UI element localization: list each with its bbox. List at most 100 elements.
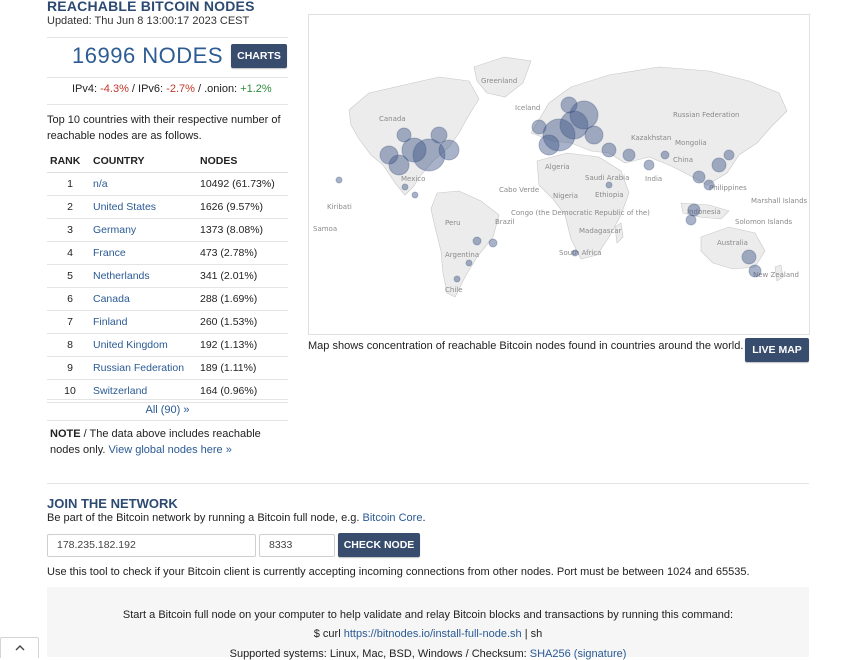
country-link[interactable]: n/a — [93, 178, 108, 190]
port-input[interactable]: 8333 — [259, 534, 335, 557]
map-label: Nigeria — [553, 192, 578, 200]
install-command-prefix: $ curl — [313, 628, 344, 640]
supported-systems: Supported systems: Linux, Mac, BSD, Wind… — [47, 648, 809, 660]
chevron-up-icon — [15, 645, 24, 651]
node-dot — [396, 127, 412, 143]
country-link[interactable]: Switzerland — [93, 385, 147, 397]
map-label: Saudi Arabia — [585, 174, 629, 182]
nodes-cell: 192 (1.13%) — [200, 333, 288, 357]
scroll-top-button[interactable] — [0, 637, 39, 658]
node-dot — [465, 259, 473, 267]
rank-cell: 1 — [47, 172, 93, 196]
country-link[interactable]: Russian Federation — [93, 362, 184, 374]
table-row: 6 Canada 288 (1.69%) — [47, 287, 288, 311]
ipv4-change: -4.3% — [100, 83, 129, 95]
node-dot — [335, 176, 343, 184]
table-row: 1 n/a 10492 (61.73%) — [47, 172, 288, 196]
map-label: Brazil — [495, 218, 515, 226]
node-dot — [723, 149, 735, 161]
node-dot — [605, 181, 613, 189]
divider — [47, 37, 288, 38]
node-dot — [538, 134, 560, 156]
node-dot — [741, 249, 757, 265]
divider — [47, 104, 288, 105]
node-dot — [703, 179, 715, 191]
checksum-link[interactable]: SHA256 (signature) — [530, 648, 627, 660]
table-row: 7 Finland 260 (1.53%) — [47, 310, 288, 334]
country-link[interactable]: Germany — [93, 224, 136, 236]
node-dot — [622, 148, 636, 162]
install-command: $ curl https://bitnodes.io/install-full-… — [47, 628, 809, 640]
country-link[interactable]: United Kingdom — [93, 339, 168, 351]
map-label: Congo (the Democratic Republic of the) — [511, 209, 650, 217]
map-label: Marshall Islands — [751, 197, 808, 205]
live-map-button[interactable]: LIVE MAP — [745, 338, 809, 362]
node-dot — [560, 96, 578, 114]
node-count: 16996 NODES — [72, 43, 224, 68]
country-link[interactable]: Canada — [93, 293, 130, 305]
map-caption: Map shows concentration of reachable Bit… — [308, 340, 744, 352]
column-header-country: COUNTRY — [93, 150, 200, 173]
world-map-canvas: Greenland Iceland Canada Russian Federation… — [313, 56, 808, 298]
global-nodes-link[interactable]: View global nodes here » — [109, 444, 232, 456]
column-header-nodes: NODES — [200, 150, 288, 173]
country-link[interactable]: Finland — [93, 316, 127, 328]
table-row: 9 Russian Federation 189 (1.11%) — [47, 356, 288, 380]
onion-label: / .onion: — [194, 83, 241, 95]
join-description: Be part of the Bitcoin network by runnin… — [47, 512, 363, 524]
rank-cell: 9 — [47, 356, 93, 380]
table-row: 5 Netherlands 341 (2.01%) — [47, 264, 288, 288]
column-header-rank: RANK — [47, 150, 93, 173]
rank-cell: 8 — [47, 333, 93, 357]
table-row: 8 United Kingdom 192 (1.13%) — [47, 333, 288, 357]
divider — [47, 483, 809, 484]
country-link[interactable]: United States — [93, 201, 156, 213]
updated-timestamp: Updated: Thu Jun 8 13:00:17 2023 CEST — [47, 15, 250, 27]
rank-cell: 3 — [47, 218, 93, 242]
node-dot — [401, 183, 409, 191]
bitcoin-core-link[interactable]: Bitcoin Core — [363, 512, 423, 524]
node-dot — [379, 145, 399, 165]
join-text: Be part of the Bitcoin network by runnin… — [47, 512, 426, 524]
divider — [47, 420, 288, 421]
ip-address-input[interactable]: 178.235.182.192 — [47, 534, 256, 557]
table-row: 2 United States 1626 (9.57%) — [47, 195, 288, 219]
all-countries-link[interactable]: All (90) » — [47, 404, 288, 416]
charts-button[interactable]: CHARTS — [231, 44, 287, 68]
rank-cell: 4 — [47, 241, 93, 265]
node-dot — [411, 191, 419, 199]
map-label: Kiribati — [327, 203, 352, 211]
map-label: Mongolia — [675, 139, 707, 147]
divider — [47, 399, 288, 400]
supported-systems-text: Supported systems: Linux, Mac, BSD, Wind… — [229, 648, 530, 660]
node-dot — [531, 119, 547, 135]
world-map[interactable]: Greenland Iceland Canada Russian Federation… — [308, 14, 810, 335]
map-label: Algeria — [545, 163, 570, 171]
install-script-link[interactable]: https://bitnodes.io/install-full-node.sh — [344, 628, 522, 640]
nodes-cell: 341 (2.01%) — [200, 264, 288, 288]
map-label: Madagascar — [579, 227, 622, 235]
nodes-cell: 260 (1.53%) — [200, 310, 288, 334]
node-dot — [488, 238, 498, 248]
node-dot — [453, 275, 461, 283]
install-command-suffix: | sh — [521, 628, 543, 640]
check-node-button[interactable]: CHECK NODE — [338, 533, 420, 557]
country-link[interactable]: France — [93, 247, 126, 259]
map-label: Mexico — [401, 175, 425, 183]
join-text-end: . — [422, 512, 426, 524]
node-dot — [643, 159, 655, 171]
install-instructions: Start a Bitcoin full node on your comput… — [122, 609, 734, 621]
table-row: 3 Germany 1373 (8.08%) — [47, 218, 288, 242]
node-dot — [687, 203, 701, 217]
map-label: Chile — [445, 286, 463, 294]
map-label: Samoa — [313, 225, 337, 233]
country-link[interactable]: Netherlands — [93, 270, 150, 282]
country-table: RANK COUNTRY NODES 1 n/a 10492 (61.73%) 2 Un… — [47, 150, 288, 403]
australia-shape — [700, 226, 766, 270]
map-label: Ethiopia — [595, 191, 624, 199]
nodes-cell: 288 (1.69%) — [200, 287, 288, 311]
table-header-row: RANK COUNTRY NODES — [47, 150, 288, 173]
check-node-help: Use this tool to check if your Bitcoin c… — [47, 566, 750, 578]
map-label: Philippines — [709, 184, 747, 192]
nodes-cell: 473 (2.78%) — [200, 241, 288, 265]
